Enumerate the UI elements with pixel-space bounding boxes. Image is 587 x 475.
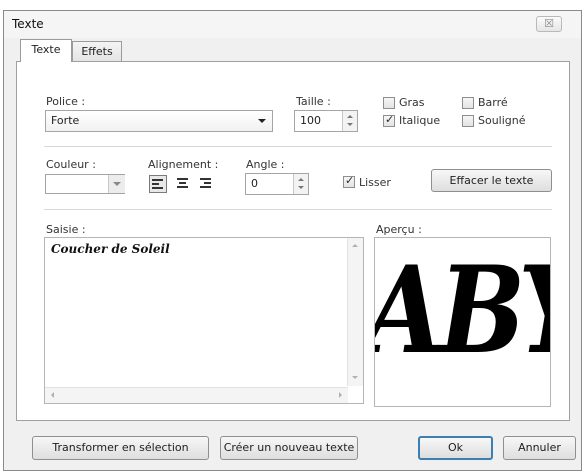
saisie-text: Coucher de Soleil	[51, 242, 170, 256]
transformer-selection-button[interactable]: Transformer en sélection	[32, 436, 209, 460]
angle-stepper[interactable]: 0	[245, 173, 309, 195]
ok-button[interactable]: Ok	[418, 436, 493, 460]
police-value: Forte	[51, 114, 80, 127]
align-left-icon[interactable]	[149, 175, 167, 193]
barre-checkbox[interactable]	[462, 97, 474, 109]
couleur-label: Couleur :	[46, 158, 96, 171]
italique-label: Italique	[399, 114, 441, 127]
italique-checkbox[interactable]: ✓	[383, 113, 395, 127]
tab-texte[interactable]: Texte	[20, 39, 72, 62]
vertical-scrollbar[interactable]	[347, 238, 363, 386]
souligne-checkbox[interactable]	[462, 115, 474, 127]
souligne-label: Souligné	[478, 114, 526, 127]
scroll-up-icon[interactable]	[352, 244, 358, 247]
taille-stepper[interactable]: 100	[294, 110, 358, 132]
couleur-picker[interactable]	[45, 174, 125, 194]
close-button[interactable]: ☒	[536, 16, 562, 32]
annuler-button[interactable]: Annuler	[503, 436, 576, 460]
taille-label: Taille :	[296, 95, 331, 108]
scroll-right-icon[interactable]	[339, 392, 342, 398]
couleur-dropdown-button[interactable]	[108, 175, 125, 193]
chevron-down-icon	[258, 119, 266, 123]
spin-up-icon	[298, 178, 304, 181]
tab-effets[interactable]: Effets	[72, 41, 122, 61]
apercu-preview: ABY	[374, 237, 551, 407]
creer-nouveau-texte-button[interactable]: Créer un nouveau texte	[220, 436, 358, 460]
taille-spin-buttons[interactable]	[342, 111, 357, 131]
saisie-textarea[interactable]: Coucher de Soleil	[44, 237, 364, 404]
separator	[44, 146, 552, 147]
police-label: Police :	[46, 95, 86, 108]
angle-spin-buttons[interactable]	[293, 174, 308, 194]
alignement-label: Alignement :	[148, 158, 219, 171]
police-select[interactable]: Forte	[45, 110, 273, 132]
angle-label: Angle :	[246, 158, 285, 171]
scroll-left-icon[interactable]	[51, 392, 54, 398]
align-right-icon[interactable]	[199, 177, 213, 191]
gras-label: Gras	[399, 96, 425, 109]
separator	[44, 209, 552, 210]
close-icon: ☒	[544, 17, 554, 30]
lisser-label: Lisser	[359, 176, 391, 189]
align-center-icon[interactable]	[176, 177, 190, 191]
spin-up-icon	[347, 115, 353, 118]
title-bar: Texte ☒	[4, 11, 581, 38]
spin-down-icon	[347, 123, 353, 126]
barre-label: Barré	[478, 96, 508, 109]
taille-value: 100	[300, 114, 321, 127]
gras-checkbox[interactable]	[383, 97, 395, 109]
spin-down-icon	[298, 186, 304, 189]
dialog-title: Texte	[12, 17, 44, 31]
horizontal-scrollbar[interactable]	[45, 387, 348, 403]
apercu-label: Aperçu :	[376, 223, 422, 236]
chevron-down-icon	[113, 182, 121, 186]
scroll-down-icon[interactable]	[352, 376, 358, 379]
effacer-texte-button[interactable]: Effacer le texte	[431, 169, 552, 192]
angle-value: 0	[251, 177, 258, 190]
check-icon: ✓	[385, 113, 395, 126]
lisser-checkbox[interactable]: ✓	[343, 174, 355, 188]
apercu-preview-text: ABY	[375, 240, 550, 381]
saisie-label: Saisie :	[46, 223, 86, 236]
check-icon: ✓	[345, 174, 355, 187]
